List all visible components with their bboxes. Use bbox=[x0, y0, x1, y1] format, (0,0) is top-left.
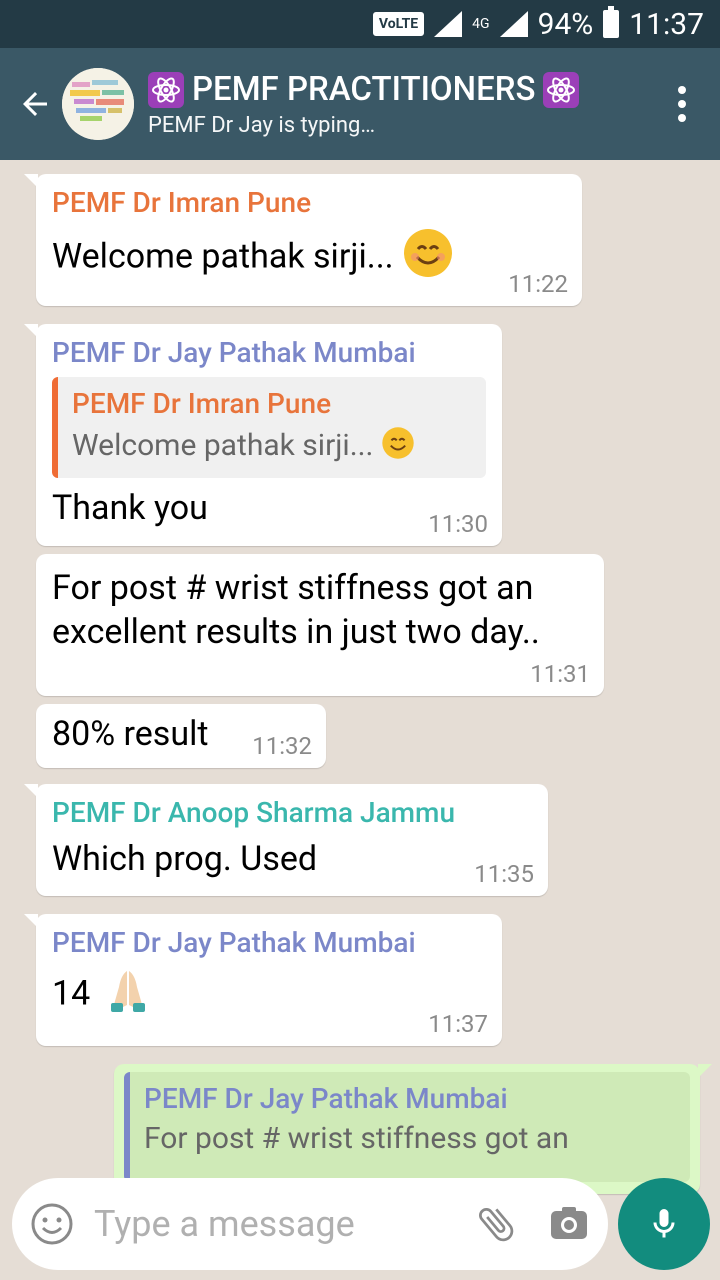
clock: 11:37 bbox=[629, 6, 704, 42]
message-text: For post # wrist stiffness got an excell… bbox=[52, 568, 540, 652]
folded-hands-icon bbox=[107, 967, 149, 1024]
message-bubble[interactable]: 80% result 11:32 bbox=[36, 704, 326, 768]
overflow-menu-icon[interactable] bbox=[662, 86, 702, 122]
quoted-sender: PEMF Dr Imran Pune bbox=[72, 387, 332, 420]
atom-icon bbox=[543, 71, 580, 108]
message-bubble[interactable]: For post # wrist stiffness got an excell… bbox=[36, 554, 604, 696]
signal-icon bbox=[434, 11, 463, 37]
chat-area[interactable]: PEMF Dr Imran Pune Welcome pathak sirji.… bbox=[0, 160, 720, 1280]
network-type: 4G bbox=[472, 16, 490, 32]
message-input-bar: Type a message bbox=[12, 1178, 608, 1270]
message-time: 11:37 bbox=[428, 1010, 488, 1038]
mic-icon bbox=[646, 1204, 682, 1244]
quoted-sender: PEMF Dr Jay Pathak Mumbai bbox=[144, 1082, 508, 1115]
outgoing-message-bubble[interactable]: PEMF Dr Jay Pathak Mumbai For post # wri… bbox=[114, 1064, 712, 1194]
message-bubble[interactable]: PEMF Dr Jay Pathak Mumbai PEMF Dr Imran … bbox=[24, 324, 502, 546]
message-input[interactable]: Type a message bbox=[94, 1203, 474, 1245]
sender-name: PEMF Dr Anoop Sharma Jammu bbox=[52, 796, 456, 829]
mic-button[interactable] bbox=[618, 1178, 710, 1270]
quoted-text: For post # wrist stiffness got an bbox=[144, 1121, 569, 1156]
battery-percent: 94% bbox=[537, 6, 594, 42]
atom-icon bbox=[148, 71, 184, 108]
chat-title-block[interactable]: PEMF PRACTITIONERS PEMF Dr Jay is typing… bbox=[148, 70, 662, 138]
message-text: Welcome pathak sirji... bbox=[52, 227, 566, 290]
emoji-icon[interactable] bbox=[30, 1202, 74, 1246]
message-time: 11:30 bbox=[428, 510, 488, 538]
smiling-face-icon bbox=[381, 426, 415, 468]
quoted-text: Welcome pathak sirji... bbox=[72, 426, 472, 468]
message-time: 11:35 bbox=[474, 860, 534, 888]
volte-badge: VoLTE bbox=[372, 12, 425, 36]
battery-icon bbox=[603, 6, 620, 38]
smiling-face-icon bbox=[402, 227, 454, 290]
typing-status: PEMF Dr Jay is typing… bbox=[148, 113, 376, 138]
sender-name: PEMF Dr Imran Pune bbox=[52, 186, 312, 219]
attach-icon[interactable] bbox=[474, 1202, 518, 1246]
message-bubble[interactable]: PEMF Dr Jay Pathak Mumbai 14 11:37 bbox=[24, 914, 502, 1046]
message-time: 11:32 bbox=[252, 732, 312, 760]
back-arrow-icon[interactable] bbox=[10, 86, 60, 122]
status-bar: VoLTE 4G 94% 11:37 bbox=[0, 0, 720, 48]
message-bubble[interactable]: PEMF Dr Imran Pune Welcome pathak sirji.… bbox=[24, 174, 582, 306]
sender-name: PEMF Dr Jay Pathak Mumbai bbox=[52, 926, 416, 959]
signal-icon-2 bbox=[499, 11, 528, 37]
message-text: Which prog. Used bbox=[52, 839, 318, 879]
message-time: 11:22 bbox=[508, 270, 568, 298]
quoted-message[interactable]: PEMF Dr Jay Pathak Mumbai For post # wri… bbox=[124, 1072, 690, 1182]
sender-name: PEMF Dr Jay Pathak Mumbai bbox=[52, 336, 416, 369]
chat-header: PEMF PRACTITIONERS PEMF Dr Jay is typing… bbox=[0, 48, 720, 160]
message-text: 14 bbox=[52, 967, 486, 1024]
quoted-message[interactable]: PEMF Dr Imran Pune Welcome pathak sirji.… bbox=[52, 377, 486, 478]
group-avatar[interactable] bbox=[62, 68, 134, 140]
message-time: 11:31 bbox=[530, 660, 590, 688]
message-bubble[interactable]: PEMF Dr Anoop Sharma Jammu Which prog. U… bbox=[24, 784, 548, 896]
message-text: Thank you bbox=[52, 488, 208, 528]
chat-title: PEMF PRACTITIONERS bbox=[148, 70, 662, 109]
group-name: PEMF PRACTITIONERS bbox=[192, 70, 536, 109]
camera-icon[interactable] bbox=[548, 1203, 590, 1245]
